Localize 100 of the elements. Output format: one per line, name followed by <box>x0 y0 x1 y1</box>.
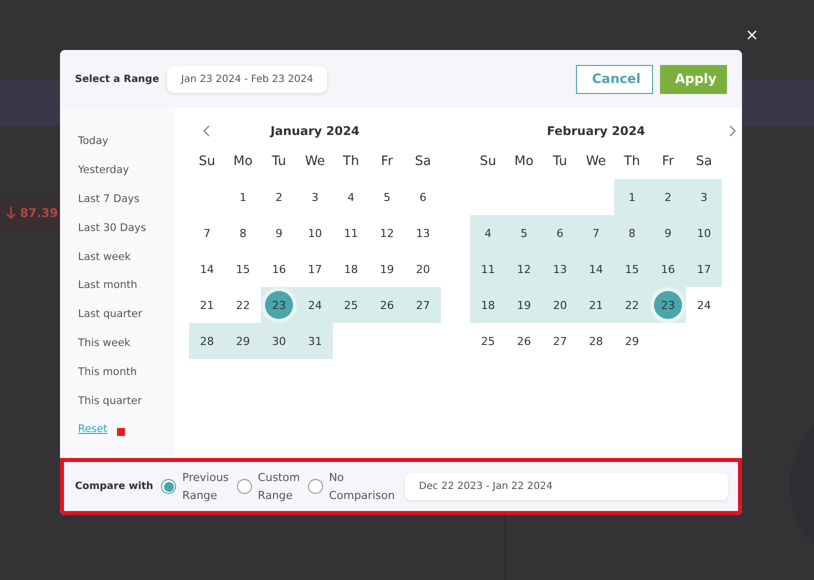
range-day-cell[interactable]: 14 <box>578 251 614 287</box>
day-cell[interactable]: 8 <box>225 215 261 251</box>
range-day-cell[interactable]: 6 <box>542 215 578 251</box>
stat-value: 87.39 <box>20 206 58 220</box>
range-day-cell[interactable]: 15 <box>614 251 650 287</box>
range-day-cell[interactable]: 30 <box>261 323 297 359</box>
range-day-cell[interactable]: 7 <box>578 215 614 251</box>
day-cell[interactable]: 9 <box>261 215 297 251</box>
range-day-cell[interactable]: 29 <box>225 323 261 359</box>
day-cell[interactable]: 28 <box>578 323 614 359</box>
weekday-label: Tu <box>552 154 568 168</box>
month-title: January 2024 <box>270 124 360 138</box>
day-cell[interactable]: 3 <box>297 179 333 215</box>
day-cell[interactable]: 13 <box>405 215 441 251</box>
day-cell[interactable]: 26 <box>506 323 542 359</box>
range-day-cell[interactable]: 4 <box>470 215 506 251</box>
day-cell[interactable]: 16 <box>261 251 297 287</box>
weekday-label: We <box>304 154 326 168</box>
radio-button[interactable] <box>236 479 252 494</box>
weekday-label: Mo <box>233 154 253 168</box>
range-day-cell[interactable]: 9 <box>650 215 686 251</box>
day-cell[interactable]: 15 <box>225 251 261 287</box>
day-cell[interactable]: 11 <box>333 215 369 251</box>
preset-item[interactable]: Yesterday <box>78 164 129 176</box>
day-cell[interactable]: 5 <box>369 179 405 215</box>
day-cell[interactable]: 22 <box>225 287 261 323</box>
range-day-cell[interactable]: 27 <box>405 287 441 323</box>
radio-label: Previous Range <box>182 470 229 504</box>
range-field[interactable]: Jan 23 2024 - Feb 23 2024 <box>167 66 328 92</box>
weekday-label: Th <box>624 154 640 168</box>
range-day-cell[interactable]: 28 <box>189 323 225 359</box>
down-arrow-icon <box>6 207 16 219</box>
day-cell[interactable]: 4 <box>333 179 369 215</box>
day-cell[interactable]: 2 <box>261 179 297 215</box>
range-day-cell[interactable]: 25 <box>333 287 369 323</box>
range-day-cell[interactable]: 5 <box>506 215 542 251</box>
weekday-label: Fr <box>381 154 393 168</box>
range-day-cell[interactable]: 17 <box>686 251 722 287</box>
range-day-cell[interactable]: 18 <box>470 287 506 323</box>
day-cell[interactable]: 17 <box>297 251 333 287</box>
day-cell[interactable]: 12 <box>369 215 405 251</box>
month-title: February 2024 <box>546 124 646 138</box>
range-day-cell[interactable]: 26 <box>369 287 405 323</box>
range-day-cell[interactable]: 19 <box>506 287 542 323</box>
weekday-label: Su <box>198 154 216 168</box>
range-day-cell[interactable]: 2 <box>650 179 686 215</box>
range-day-cell[interactable]: 24 <box>297 287 333 323</box>
day-cell[interactable]: 24 <box>686 287 722 323</box>
annotation-marker <box>117 428 126 436</box>
radio-label: No Comparison <box>328 470 395 504</box>
day-cell[interactable]: 10 <box>297 215 333 251</box>
range-day-cell[interactable]: 13 <box>542 251 578 287</box>
range-day-cell[interactable]: 16 <box>650 251 686 287</box>
compare-label: Compare with <box>75 481 154 492</box>
range-day-cell[interactable]: 3 <box>686 179 722 215</box>
preset-item[interactable]: Today <box>78 135 108 148</box>
preset-item[interactable]: Last 7 Days <box>78 192 140 205</box>
day-cell[interactable]: 29 <box>614 323 650 359</box>
radio-button[interactable] <box>308 479 323 494</box>
day-cell[interactable]: 6 <box>405 179 441 215</box>
range-day-cell[interactable]: 1 <box>614 179 650 215</box>
preset-item[interactable]: Last quarter <box>78 308 142 320</box>
range-label: Select a Range <box>75 74 160 84</box>
range-day-cell[interactable]: 12 <box>506 251 542 287</box>
preset-item[interactable]: This month <box>78 366 137 378</box>
weekday-label: Mo <box>514 154 534 168</box>
day-cell[interactable]: 18 <box>333 251 369 287</box>
preset-item[interactable]: This quarter <box>78 394 142 407</box>
radio-button[interactable] <box>161 479 176 494</box>
chevron-left-icon[interactable] <box>203 125 211 137</box>
weekday-label: Th <box>342 154 360 168</box>
range-day-cell[interactable]: 11 <box>470 251 506 287</box>
weekday-label: Su <box>480 154 496 168</box>
preset-item[interactable]: Last week <box>78 250 131 263</box>
range-day-cell[interactable]: 10 <box>686 215 722 251</box>
weekday-label: Tu <box>272 154 286 168</box>
weekday-label: Fr <box>662 154 674 168</box>
close-icon[interactable] <box>747 30 757 40</box>
day-cell[interactable]: 14 <box>189 251 225 287</box>
day-cell[interactable]: 25 <box>470 323 506 359</box>
chevron-right-icon[interactable] <box>728 125 736 137</box>
range-day-cell[interactable]: 20 <box>542 287 578 323</box>
compare-range-field[interactable]: Dec 22 2023 - Jan 22 2024 <box>404 473 728 500</box>
range-day-cell[interactable]: 21 <box>578 287 614 323</box>
day-cell[interactable]: 27 <box>542 323 578 359</box>
preset-item[interactable]: Last 30 Days <box>78 222 146 234</box>
preset-item[interactable]: Last month <box>78 279 138 292</box>
weekday-label: Sa <box>414 154 432 168</box>
weekday-label: We <box>586 154 606 168</box>
range-day-cell[interactable]: 31 <box>297 323 333 359</box>
preset-item[interactable]: This week <box>78 336 130 349</box>
range-day-cell[interactable]: 22 <box>614 287 650 323</box>
day-cell[interactable]: 21 <box>189 287 225 323</box>
weekday-label: Sa <box>696 154 712 168</box>
range-day-cell[interactable]: 8 <box>614 215 650 251</box>
day-cell[interactable]: 7 <box>189 215 225 251</box>
day-cell[interactable]: 1 <box>225 179 261 215</box>
day-cell[interactable]: 20 <box>405 251 441 287</box>
day-cell[interactable]: 19 <box>369 251 405 287</box>
radio-label: Custom Range <box>258 470 300 504</box>
